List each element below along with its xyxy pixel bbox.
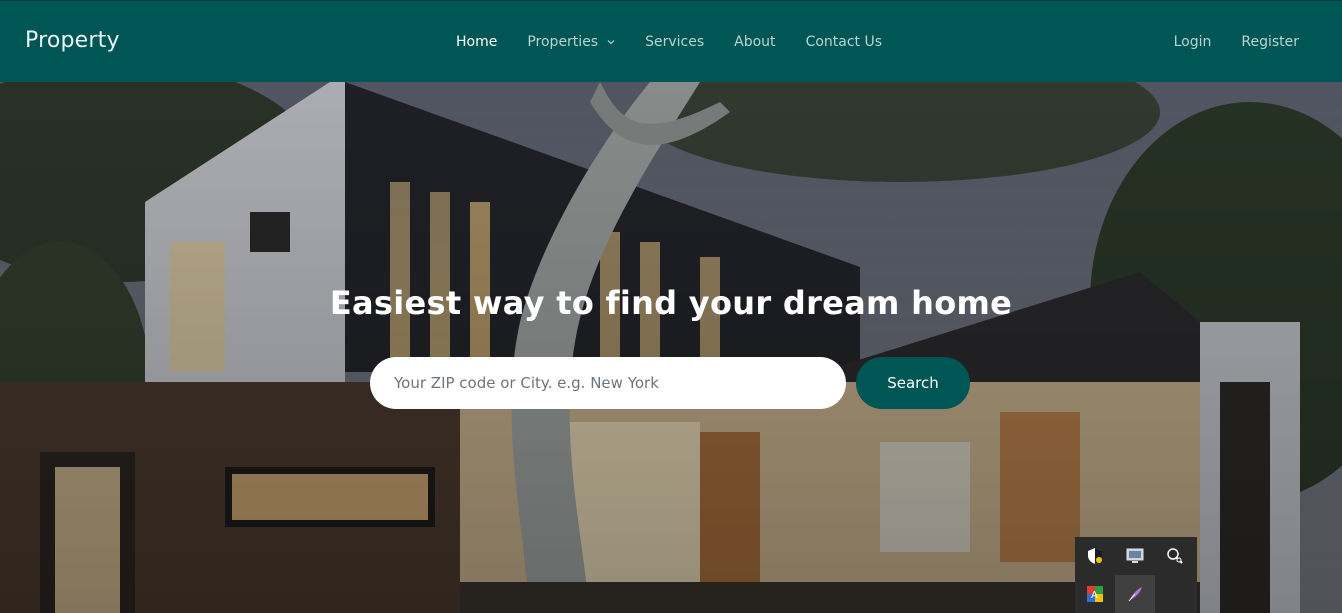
security-shield-icon[interactable]: [1075, 537, 1115, 575]
nav-contact-label: Contact Us: [805, 34, 883, 50]
network-icon[interactable]: [1155, 537, 1195, 575]
search-input[interactable]: [394, 374, 822, 392]
nav-home-label: Home: [456, 34, 498, 50]
search-button[interactable]: Search: [856, 357, 970, 409]
nav-services-label: Services: [645, 34, 705, 50]
nav-properties-label: Properties: [527, 34, 599, 50]
hero-house-image: [0, 82, 1342, 613]
search-input-wrapper[interactable]: [370, 357, 846, 409]
svg-text:A: A: [1091, 590, 1098, 601]
nav-about[interactable]: About: [734, 34, 775, 50]
nav-properties[interactable]: Properties: [527, 34, 615, 50]
tray-empty-slot: [1155, 575, 1195, 613]
hero-section: [0, 82, 1342, 613]
brand-logo[interactable]: Property: [25, 28, 120, 53]
auth-links: Login Register: [1144, 34, 1299, 50]
monitor-icon[interactable]: [1115, 537, 1155, 575]
hero-headline: Easiest way to find your dream home: [329, 284, 1013, 322]
main-nav: Home Properties Services About Contact U…: [456, 34, 912, 50]
nav-services[interactable]: Services: [645, 34, 704, 50]
login-link[interactable]: Login: [1174, 34, 1212, 50]
nav-contact[interactable]: Contact Us: [806, 34, 882, 50]
chevron-down-icon: [607, 40, 615, 45]
feather-pen-icon[interactable]: [1115, 575, 1155, 613]
nav-about-label: About: [734, 34, 776, 50]
register-link[interactable]: Register: [1241, 34, 1299, 50]
nav-home[interactable]: Home: [456, 34, 497, 50]
system-tray-popup: A: [1075, 537, 1197, 613]
color-app-icon[interactable]: A: [1075, 575, 1115, 613]
navbar: Property Home Properties Services About …: [0, 0, 1342, 82]
